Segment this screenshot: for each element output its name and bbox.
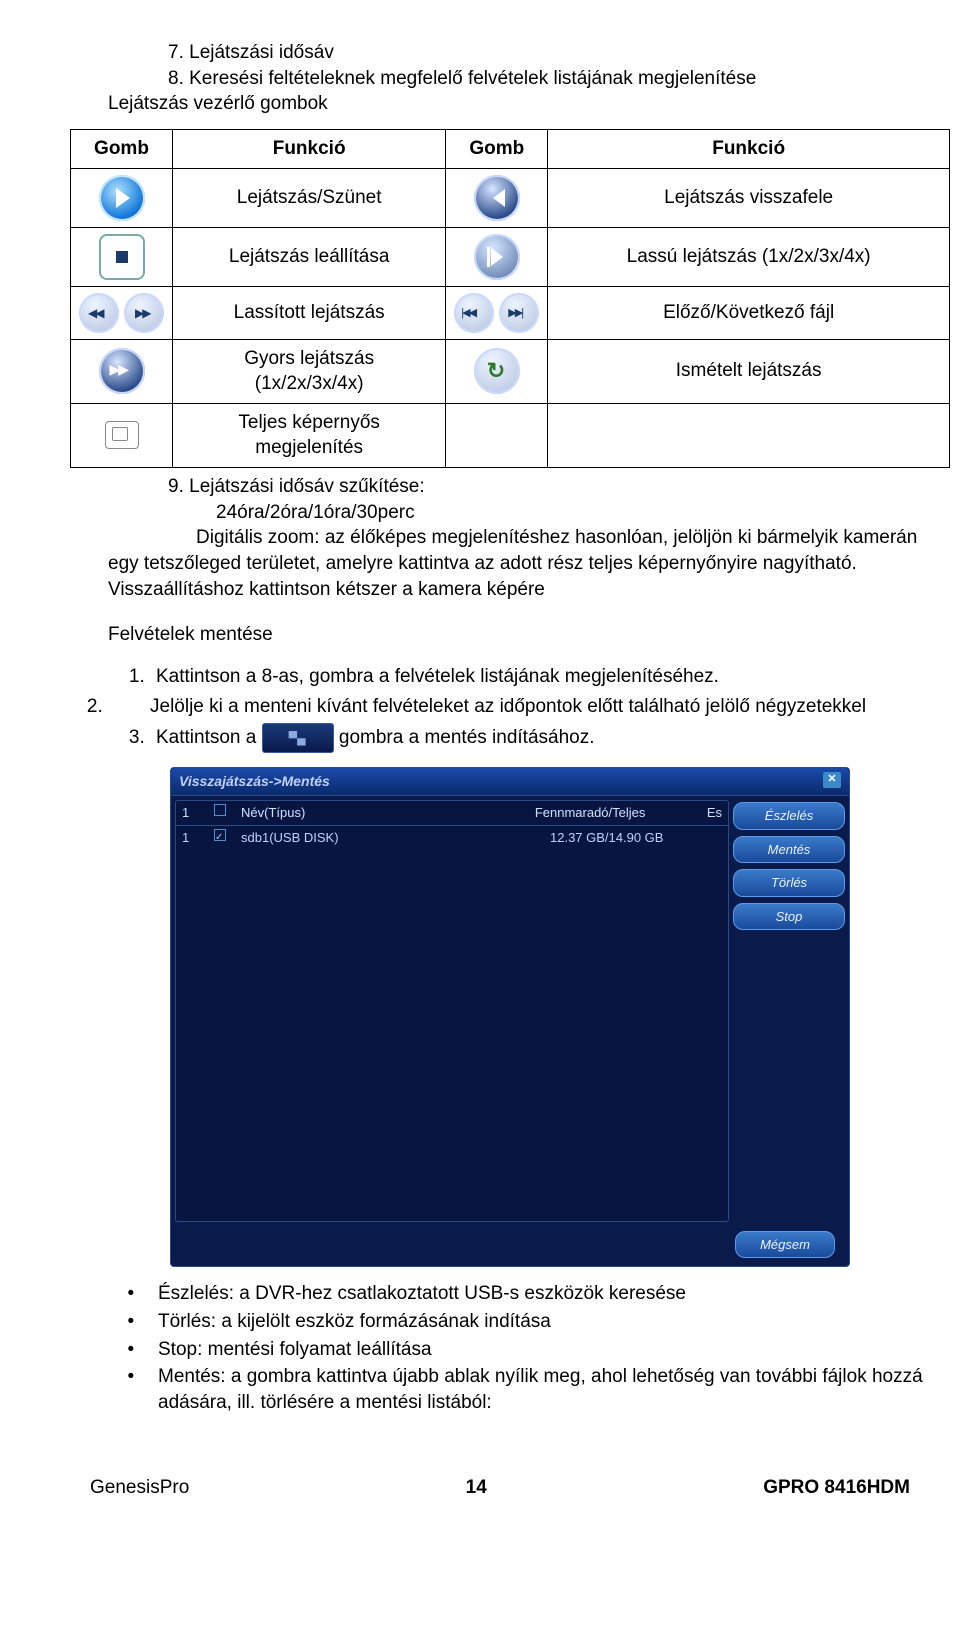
list-row[interactable]: 1 sdb1(USB DISK) 12.37 GB/14.90 GB	[176, 826, 728, 850]
page-number: 14	[466, 1475, 487, 1501]
empty-cell-func	[548, 403, 950, 467]
th-funkcio-1: Funkció	[173, 129, 446, 168]
save-device-icon	[262, 723, 334, 753]
bullet-delete: Törlés: a kijelölt eszköz formázásának i…	[150, 1309, 930, 1335]
dialog-titlebar: Visszajátszás->Mentés ✕	[171, 768, 849, 796]
step-3a: Kattintson a	[156, 727, 256, 748]
col-name: Név(Típus)	[241, 804, 523, 822]
page-footer: GenesisPro 14 GPRO 8416HDM	[30, 1475, 930, 1501]
item-9-indent: 24óra/2óra/1óra/30perc	[216, 500, 930, 526]
footer-left: GenesisPro	[90, 1475, 189, 1501]
col-idx: 1	[182, 804, 202, 822]
bullet-stop: Stop: mentési folyamat leállítása	[150, 1337, 930, 1363]
row-idx: 1	[182, 829, 202, 847]
bullet-save: Mentés: a gombra kattintva újabb ablak n…	[150, 1364, 930, 1415]
intro-block: 7. Lejátszási idősáv 8. Keresési feltéte…	[108, 40, 930, 117]
cell-fast: Gyors lejátszás (1x/2x/3x/4x)	[173, 339, 446, 403]
item-9-line: 9. Lejátszási idősáv szűkítése:	[168, 474, 930, 500]
play-icon	[99, 175, 145, 221]
next-file-icon	[499, 293, 539, 333]
step-1: Kattintson a 8-as, gombra a felvételek l…	[150, 664, 930, 690]
cell-frame: Lassított lejátszás	[173, 286, 446, 339]
section-heading: Felvételek mentése	[108, 622, 930, 648]
delete-button[interactable]: Törlés	[733, 869, 845, 897]
col-es: Es	[707, 804, 722, 822]
item-9-block: 9. Lejátszási idősáv szűkítése: 24óra/2ó…	[108, 474, 930, 525]
repeat-icon	[474, 348, 520, 394]
frame-fwd-icon	[124, 293, 164, 333]
intro-line-8: 8. Keresési feltételeknek megfelelő felv…	[168, 66, 930, 92]
close-icon[interactable]: ✕	[823, 772, 841, 788]
bullet-list: Észlelés: a DVR-hez csatlakoztatott USB-…	[150, 1281, 930, 1415]
slow-play-icon	[474, 234, 520, 280]
frame-back-icon	[79, 293, 119, 333]
stop-button[interactable]: Stop	[733, 903, 845, 931]
cell-full: Teljes képernyős megjelenítés	[173, 403, 446, 467]
cell-slow: Lassú lejátszás (1x/2x/3x/4x)	[548, 227, 950, 286]
th-gomb-2: Gomb	[446, 129, 548, 168]
row-name: sdb1(USB DISK)	[241, 829, 538, 847]
cell-stop: Lejátszás leállítása	[173, 227, 446, 286]
th-gomb-1: Gomb	[71, 129, 173, 168]
digital-zoom-para: Digitális zoom: az élőképes megjelenítés…	[108, 525, 930, 602]
step-2: Jelölje ki a menteni kívánt felvételeket…	[108, 694, 930, 720]
digital-zoom-text: Digitális zoom: az élőképes megjelenítés…	[108, 527, 917, 599]
header-checkbox[interactable]	[214, 804, 226, 816]
detect-button[interactable]: Észlelés	[733, 802, 845, 830]
col-remain: Fennmaradó/Teljes	[535, 804, 695, 822]
cancel-button[interactable]: Mégsem	[735, 1231, 835, 1259]
device-list: 1 Név(Típus) Fennmaradó/Teljes Es 1 sdb1…	[175, 800, 729, 1222]
save-button[interactable]: Mentés	[733, 836, 845, 864]
th-funkcio-2: Funkció	[548, 129, 950, 168]
intro-line-7: 7. Lejátszási idősáv	[168, 40, 930, 66]
step-3b: gombra a mentés indításához.	[339, 727, 595, 748]
cell-play: Lejátszás/Szünet	[173, 168, 446, 227]
fast-forward-icon	[99, 348, 145, 394]
row-checkbox[interactable]	[214, 829, 226, 841]
cell-repeat: Ismételt lejátszás	[548, 339, 950, 403]
cell-reverse: Lejátszás visszafele	[548, 168, 950, 227]
steps-list: Kattintson a 8-as, gombra a felvételek l…	[150, 664, 930, 753]
empty-cell-icon	[446, 403, 548, 467]
controls-table: Gomb Funkció Gomb Funkció Lejátszás/Szün…	[70, 129, 950, 468]
list-header-row: 1 Név(Típus) Fennmaradó/Teljes Es	[176, 801, 728, 826]
dialog-title-text: Visszajátszás->Mentés	[179, 772, 330, 791]
footer-right: GPRO 8416HDM	[763, 1475, 910, 1501]
cell-prevnext: Előző/Következő fájl	[548, 286, 950, 339]
intro-line-sub: Lejátszás vezérlő gombok	[108, 91, 930, 117]
fullscreen-icon	[105, 421, 139, 449]
save-dialog-screenshot: Visszajátszás->Mentés ✕ 1 Név(Típus) Fen…	[170, 767, 850, 1267]
step-3: Kattintson a gombra a mentés indításához…	[150, 723, 930, 753]
prev-file-icon	[454, 293, 494, 333]
stop-icon	[99, 234, 145, 280]
reverse-play-icon	[474, 175, 520, 221]
bullet-detect: Észlelés: a DVR-hez csatlakoztatott USB-…	[150, 1281, 930, 1307]
dialog-button-panel: Észlelés Mentés Törlés Stop	[733, 800, 845, 1222]
row-remain: 12.37 GB/14.90 GB	[550, 829, 710, 847]
